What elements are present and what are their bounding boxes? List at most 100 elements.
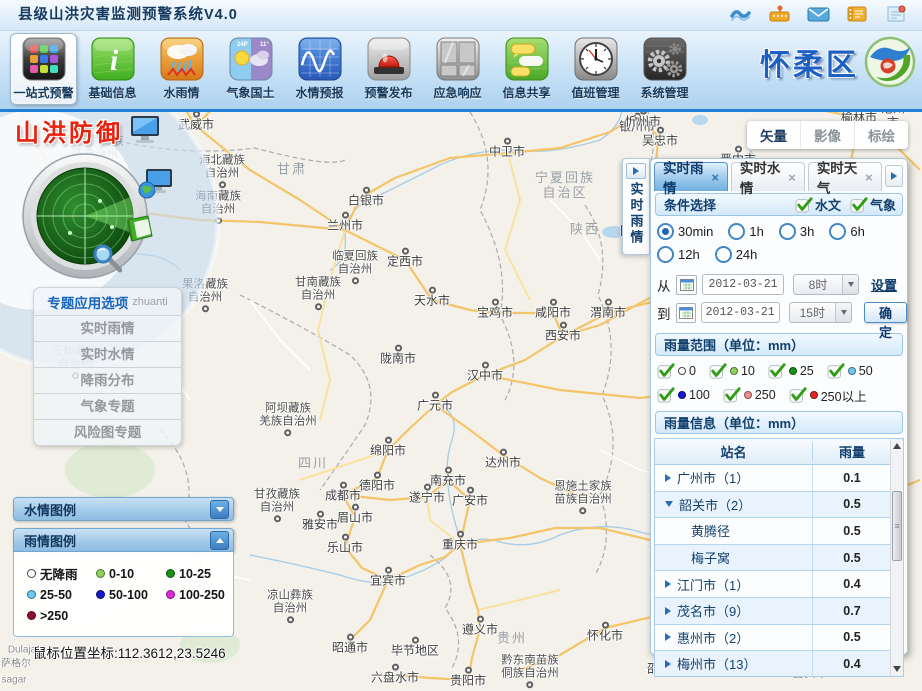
- station-row[interactable]: 茂名市（9）0.7: [655, 598, 891, 625]
- rain-legend-collapse-icon[interactable]: [210, 531, 229, 550]
- rain-info-table: 站名 雨量 广州市（1）0.1韶关市（2）0.5黄腾径0.5梅子窝0.5江门市（…: [654, 438, 904, 677]
- scroll-thumb[interactable]: ≡: [892, 491, 902, 561]
- station-row[interactable]: 惠州市（2）0.5: [655, 625, 891, 652]
- duration-12h[interactable]: 12h: [657, 244, 700, 264]
- tab-close-icon[interactable]: ×: [711, 170, 719, 185]
- legend-item: 100-250: [166, 584, 236, 605]
- water-legend-header[interactable]: 水情图例: [13, 497, 234, 521]
- row-expand-icon[interactable]: [665, 580, 671, 588]
- row-collapse-icon[interactable]: [665, 501, 673, 507]
- legend-dot-icon: [27, 611, 36, 620]
- to-hour-value: 15时: [790, 304, 835, 321]
- settings-link[interactable]: 设置: [871, 275, 897, 294]
- toolbar-item-4[interactable]: 24P11°气象国土: [217, 33, 284, 105]
- legend-dot-icon: [96, 590, 105, 599]
- row-expand-icon[interactable]: [665, 660, 671, 668]
- tab-close-icon[interactable]: ×: [865, 170, 873, 185]
- from-calendar-icon[interactable]: [676, 275, 697, 295]
- toolbar-item-1[interactable]: 一站式预警: [10, 33, 77, 105]
- row-expand-icon[interactable]: [665, 474, 671, 482]
- toolbar-item-2[interactable]: i基础信息: [79, 33, 146, 105]
- appgrid-icon: [22, 37, 66, 81]
- legend-dot-icon: [166, 590, 175, 599]
- book-icon[interactable]: [124, 214, 156, 244]
- station-row[interactable]: 梅州市（13）0.4: [655, 651, 891, 677]
- scroll-up-icon[interactable]: [893, 443, 901, 449]
- toolbar-item-3[interactable]: 水雨情: [148, 33, 215, 105]
- row-expand-icon[interactable]: [665, 607, 671, 615]
- monitor-icon[interactable]: [128, 114, 164, 148]
- scroll-down-icon[interactable]: [893, 666, 901, 672]
- from-date-input[interactable]: 2012-03-21: [702, 274, 784, 295]
- range-check-5[interactable]: 100: [657, 385, 710, 405]
- maptype-button-2[interactable]: 影像: [801, 121, 855, 149]
- row-expand-icon[interactable]: [665, 633, 671, 641]
- toolbar-item-7[interactable]: 应急响应: [424, 33, 491, 105]
- range-section-header: 雨量范围（单位：mm）: [655, 333, 903, 356]
- topic-item-3[interactable]: 降雨分布: [34, 367, 181, 393]
- app-window: 武威市银川市吴忠市榆林市中卫市忻州市沧州市晋中市西宁市海东地区白银市延安市兰州市…: [0, 0, 922, 691]
- maptype-button-1[interactable]: 矢量: [747, 121, 801, 149]
- duration-24h[interactable]: 24h: [715, 244, 758, 264]
- toolbar-item-8[interactable]: 信息共享: [493, 33, 560, 105]
- to-hour-select[interactable]: 15时: [789, 302, 852, 323]
- range-check-2[interactable]: 10: [709, 361, 755, 381]
- condition-check-2[interactable]: 气象: [850, 195, 896, 214]
- keyboard-icon[interactable]: [768, 4, 791, 24]
- duration-30min[interactable]: 30min: [657, 221, 713, 241]
- station-row[interactable]: 黄腾径0.5: [655, 518, 891, 545]
- legend-item: 25-50: [27, 584, 96, 605]
- confirm-button[interactable]: 确定: [864, 302, 907, 323]
- binder-icon[interactable]: [846, 4, 869, 24]
- range-check-6[interactable]: 250: [723, 385, 776, 405]
- rain-legend-header[interactable]: 雨情图例: [13, 528, 234, 552]
- range-check-7[interactable]: 250以上: [789, 385, 867, 405]
- to-date-input[interactable]: 2012-03-21: [701, 302, 780, 323]
- topic-item-1[interactable]: 实时雨情: [34, 315, 181, 341]
- toolbar-item-6[interactable]: 预警发布: [355, 33, 422, 105]
- range-dot-icon: [848, 367, 856, 375]
- duration-3h[interactable]: 3h: [779, 221, 814, 241]
- station-row[interactable]: 梅子窝0.5: [655, 545, 891, 572]
- tab-3[interactable]: 实时天气×: [808, 162, 882, 191]
- toolbar-item-5[interactable]: 水情预报: [286, 33, 353, 105]
- range-check-3[interactable]: 25: [768, 361, 814, 381]
- water-legend-expand-icon[interactable]: [210, 500, 229, 519]
- topic-item-2[interactable]: 实时水情: [34, 341, 181, 367]
- legend-item: >250: [27, 605, 96, 626]
- mail-icon[interactable]: [807, 4, 830, 24]
- duration-6h[interactable]: 6h: [829, 221, 864, 241]
- maptype-button-3[interactable]: 标绘: [855, 121, 908, 149]
- toolbar-item-9[interactable]: 值班管理: [562, 33, 629, 105]
- tab-2[interactable]: 实时水情×: [731, 162, 805, 191]
- station-row[interactable]: 韶关市（2）0.5: [655, 492, 891, 519]
- toolbar-item-10[interactable]: 系统管理: [631, 33, 698, 105]
- tab-close-icon[interactable]: ×: [788, 170, 796, 185]
- condition-check-1[interactable]: 水文: [795, 195, 841, 214]
- topics-header: 专题应用选项 zhuanti: [34, 288, 181, 315]
- station-row[interactable]: 广州市（1）0.1: [655, 465, 891, 492]
- topic-item-5[interactable]: 风险图专题: [34, 419, 181, 445]
- tab-1[interactable]: 实时雨情×: [654, 162, 728, 191]
- panel-collapse-strip[interactable]: 实时雨情: [622, 158, 650, 255]
- station-row[interactable]: 江门市（1）0.4: [655, 571, 891, 598]
- to-hour-dropdown-icon[interactable]: [835, 303, 851, 322]
- range-check-1[interactable]: 0: [657, 361, 696, 381]
- range-check-4[interactable]: 50: [827, 361, 873, 381]
- rain-icon: [160, 37, 204, 81]
- duration-1h[interactable]: 1h: [728, 221, 763, 241]
- note-icon[interactable]: [885, 4, 908, 24]
- rain-legend-title: 雨情图例: [24, 531, 76, 550]
- magnifier-icon[interactable]: [90, 243, 122, 273]
- panel-expand-icon[interactable]: [626, 163, 646, 179]
- to-calendar-icon[interactable]: [676, 303, 696, 323]
- from-hour-select[interactable]: 8时: [793, 274, 859, 295]
- condition-title: 条件选择: [664, 195, 716, 214]
- topic-item-4[interactable]: 气象专题: [34, 393, 181, 419]
- info-section-header: 雨量信息（单位：mm）: [655, 411, 903, 434]
- table-scrollbar[interactable]: ≡: [890, 439, 903, 676]
- from-hour-dropdown-icon[interactable]: [842, 275, 858, 294]
- wave-icon[interactable]: [729, 4, 752, 24]
- globe-monitor-icon[interactable]: [138, 168, 174, 200]
- tab-scroll-right-icon[interactable]: [885, 165, 903, 187]
